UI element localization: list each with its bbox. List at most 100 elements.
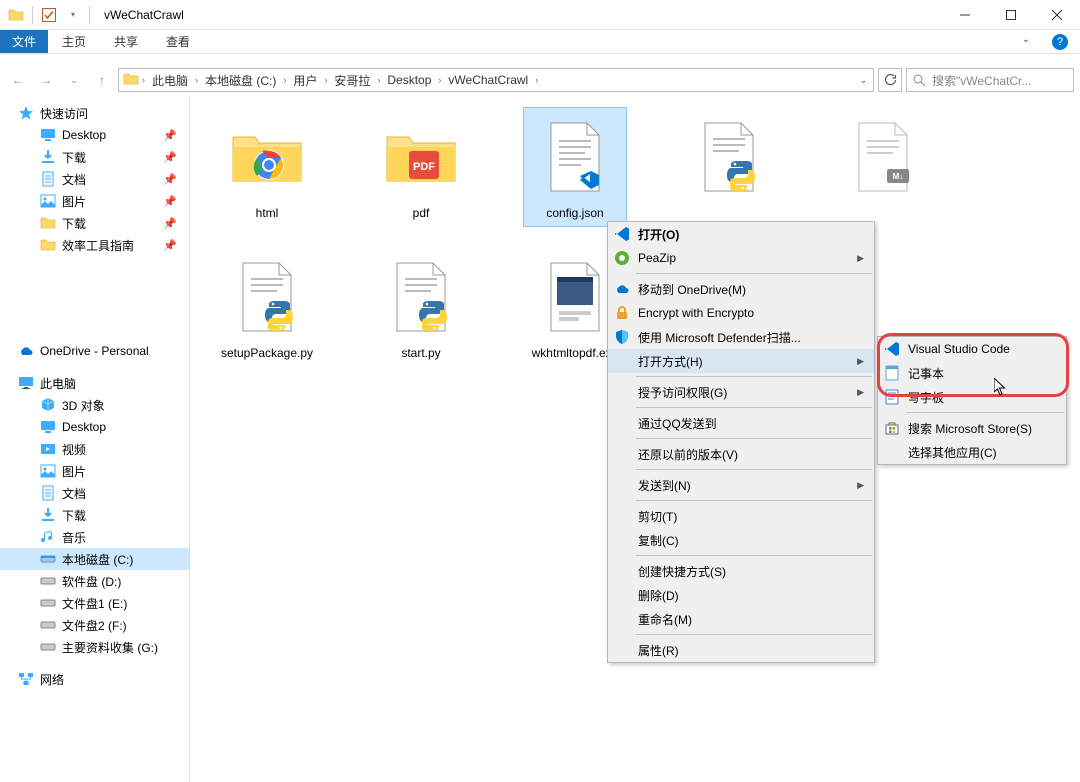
ctx-item-23[interactable]: 属性(R)	[608, 638, 874, 662]
ctx-item-5[interactable]: 使用 Microsoft Defender扫描...	[608, 325, 874, 349]
file-icon	[227, 252, 307, 342]
sidebar-pc-4[interactable]: 文档	[0, 482, 189, 504]
file-item-3[interactable]	[678, 108, 780, 226]
file-item-4[interactable]: M↓	[832, 108, 934, 226]
pin-icon: 📌	[163, 195, 177, 208]
search-icon	[913, 74, 926, 87]
shield-icon	[614, 329, 630, 345]
help-icon[interactable]: ?	[1052, 34, 1068, 50]
sidebar-quick-4[interactable]: 下载📌	[0, 212, 189, 234]
vscode-icon	[614, 226, 630, 242]
file-item-2[interactable]: config.json	[524, 108, 626, 226]
maximize-button[interactable]	[988, 0, 1034, 30]
nav-history-button[interactable]: ⌄	[62, 68, 86, 92]
sidebar-pc-2[interactable]: 视频	[0, 438, 189, 460]
sidebar-quick-5[interactable]: 效率工具指南📌	[0, 234, 189, 256]
crumb-user[interactable]: 安哥拉	[330, 72, 374, 89]
download-icon	[40, 149, 56, 165]
tab-file[interactable]: 文件	[0, 30, 48, 53]
address-bar[interactable]: › 此电脑› 本地磁盘 (C:)› 用户› 安哥拉› Desktop› vWeC…	[118, 68, 874, 92]
ctx-item-1[interactable]: PeaZip▶	[608, 246, 874, 270]
sidebar-network[interactable]: 网络	[0, 668, 189, 690]
ctx-item-17[interactable]: 复制(C)	[608, 528, 874, 552]
sidebar-pc-11[interactable]: 主要资料收集 (G:)	[0, 636, 189, 658]
sidebar-quick-2[interactable]: 文档📌	[0, 168, 189, 190]
tab-view[interactable]: 查看	[152, 30, 204, 53]
sidebar-item-label: 文件盘1 (E:)	[62, 595, 127, 612]
ctx-item-4[interactable]: Encrypt with Encrypto	[608, 301, 874, 325]
sidebar-pc-10[interactable]: 文件盘2 (F:)	[0, 614, 189, 636]
net-icon	[18, 671, 34, 687]
ctx-item-16[interactable]: 剪切(T)	[608, 504, 874, 528]
chevron-down-icon[interactable]: ⌄	[1022, 34, 1030, 45]
close-button[interactable]	[1034, 0, 1080, 30]
sidebar-thispc[interactable]: 此电脑	[0, 372, 189, 394]
sidebar-pc-5[interactable]: 下载	[0, 504, 189, 526]
ribbon-tabs: 文件 主页 共享 查看 ⌄ ?	[0, 30, 1080, 54]
file-icon: PDF	[381, 112, 461, 202]
tab-home[interactable]: 主页	[48, 30, 100, 53]
notepad-icon	[884, 365, 900, 381]
ctx-item-6[interactable]: 打开方式(H)▶	[608, 349, 874, 373]
crumb-users[interactable]: 用户	[289, 72, 321, 89]
checkbox-icon[interactable]	[41, 7, 57, 23]
sidebar-pc-8[interactable]: 软件盘 (D:)	[0, 570, 189, 592]
ctx-item-8[interactable]: 授予访问权限(G)▶	[608, 380, 874, 404]
sidebar-item-label: 网络	[40, 671, 64, 688]
sidebar-quick-0[interactable]: Desktop📌	[0, 124, 189, 146]
sidebar-pc-1[interactable]: Desktop	[0, 416, 189, 438]
nav-back-button[interactable]: ←	[6, 68, 30, 92]
doc-icon	[40, 171, 56, 187]
sidebar-item-label: 3D 对象	[62, 397, 105, 414]
chevron-down-icon[interactable]: ⌄	[859, 75, 867, 86]
tab-share[interactable]: 共享	[100, 30, 152, 53]
crumb-folder[interactable]: vWeChatCrawl	[444, 73, 532, 87]
sidebar-quick-3[interactable]: 图片📌	[0, 190, 189, 212]
ctx-item-20[interactable]: 删除(D)	[608, 583, 874, 607]
sidebar-onedrive[interactable]: OneDrive - Personal	[0, 340, 189, 362]
dropdown-icon[interactable]: ▾	[65, 7, 81, 23]
sidebar-item-label: 图片	[62, 463, 86, 480]
file-icon: M↓	[843, 112, 923, 202]
crumb-thispc[interactable]: 此电脑	[148, 72, 192, 89]
subctx-item-2[interactable]: 写字板	[878, 385, 1066, 409]
subctx-item-4[interactable]: 搜索 Microsoft Store(S)	[878, 416, 1066, 440]
sidebar-pc-6[interactable]: 音乐	[0, 526, 189, 548]
ctx-item-3[interactable]: 移动到 OneDrive(M)	[608, 277, 874, 301]
desktop-icon	[40, 419, 56, 435]
ctx-label: 搜索 Microsoft Store(S)	[908, 420, 1032, 437]
sidebar-pc-0[interactable]: 3D 对象	[0, 394, 189, 416]
file-item-1[interactable]: PDFpdf	[370, 108, 472, 226]
sidebar-quick-1[interactable]: 下载📌	[0, 146, 189, 168]
folder-icon	[8, 7, 24, 23]
ctx-item-12[interactable]: 还原以前的版本(V)	[608, 442, 874, 466]
ctx-item-19[interactable]: 创建快捷方式(S)	[608, 559, 874, 583]
crumb-c[interactable]: 本地磁盘 (C:)	[201, 72, 280, 89]
subctx-item-5[interactable]: 选择其他应用(C)	[878, 440, 1066, 464]
chevron-right-icon: ▶	[857, 387, 864, 398]
sidebar-pc-3[interactable]: 图片	[0, 460, 189, 482]
crumb-desktop[interactable]: Desktop	[383, 73, 435, 87]
minimize-button[interactable]	[942, 0, 988, 30]
nav-up-button[interactable]: ↑	[90, 68, 114, 92]
ctx-item-21[interactable]: 重命名(M)	[608, 607, 874, 631]
file-item-0[interactable]: html	[216, 108, 318, 226]
file-item-6[interactable]: start.py	[370, 248, 472, 366]
file-label: start.py	[401, 346, 440, 362]
subctx-item-0[interactable]: Visual Studio Code	[878, 337, 1066, 361]
search-input[interactable]: 搜索"vWeChatCr...	[906, 68, 1074, 92]
subctx-item-1[interactable]: 记事本	[878, 361, 1066, 385]
sidebar-pc-7[interactable]: 本地磁盘 (C:)	[0, 548, 189, 570]
ctx-item-0[interactable]: 打开(O)	[608, 222, 874, 246]
sidebar-quick-access[interactable]: 快速访问	[0, 102, 189, 124]
ctx-label: 记事本	[908, 365, 944, 382]
sidebar-pc-9[interactable]: 文件盘1 (E:)	[0, 592, 189, 614]
refresh-button[interactable]	[878, 68, 902, 92]
ctx-item-14[interactable]: 发送到(N)▶	[608, 473, 874, 497]
file-item-5[interactable]: setupPackage.py	[216, 248, 318, 366]
ctx-item-10[interactable]: 通过QQ发送到	[608, 411, 874, 435]
title-bar: ▾ vWeChatCrawl	[0, 0, 1080, 30]
nav-forward-button[interactable]: →	[34, 68, 58, 92]
ctx-label: Encrypt with Encrypto	[638, 306, 754, 320]
star-icon	[18, 105, 34, 121]
